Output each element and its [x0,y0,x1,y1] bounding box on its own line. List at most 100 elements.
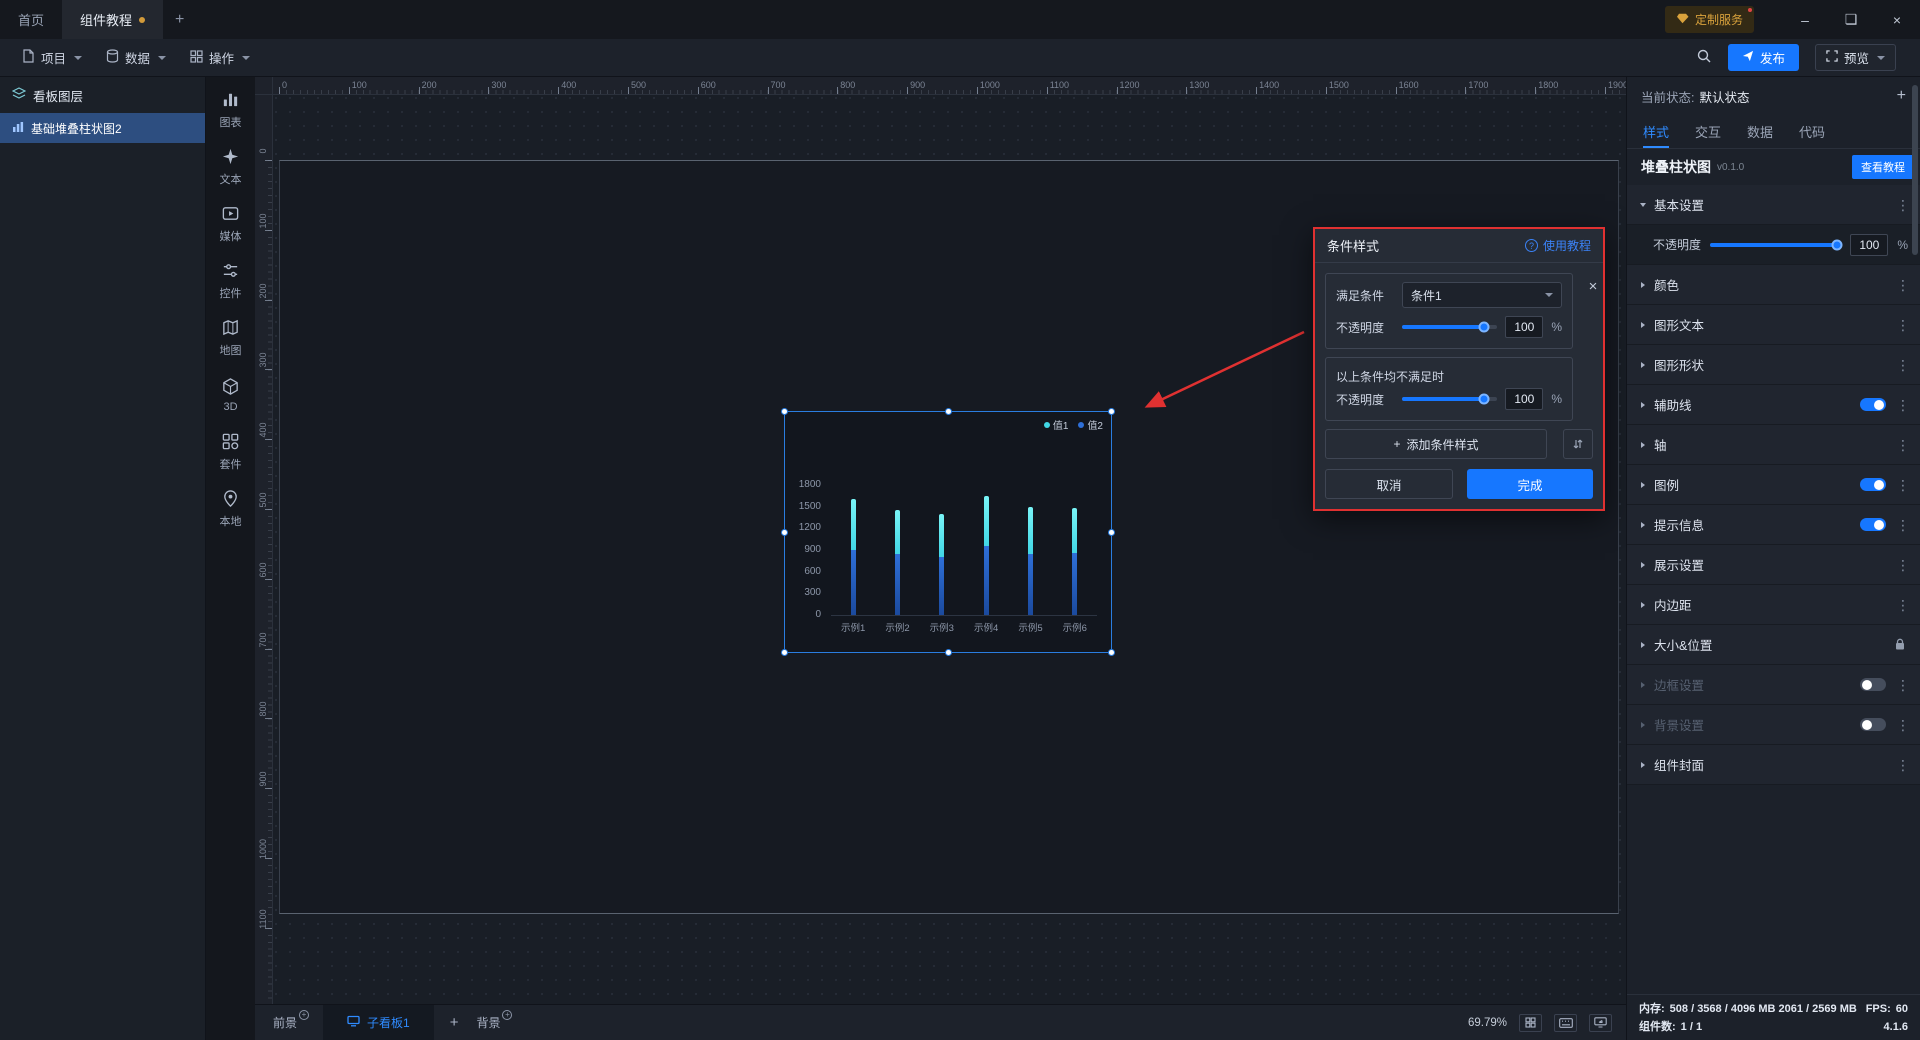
menu-operate[interactable]: 操作 [178,39,262,76]
opacity-slider[interactable] [1710,239,1843,250]
dock-item-本地[interactable]: 本地 [206,480,255,537]
toggle-switch[interactable] [1860,398,1886,411]
dock-item-3D[interactable]: 3D [206,366,255,423]
section-轴[interactable]: 轴 ⋮ [1627,425,1920,465]
kebab-menu-icon[interactable]: ⋮ [1896,358,1910,372]
tab-style[interactable]: 样式 [1643,115,1670,148]
kebab-menu-icon[interactable]: ⋮ [1896,678,1910,692]
legend-item[interactable]: 值2 [1078,417,1103,432]
zoom-level[interactable]: 69.79% [1468,1017,1507,1029]
custom-service-button[interactable]: 定制服务 [1664,6,1754,33]
section-提示信息[interactable]: 提示信息 ⋮ [1627,505,1920,545]
resize-handle[interactable] [1108,649,1115,656]
section-颜色[interactable]: 颜色 ⋮ [1627,265,1920,305]
tutorial-link[interactable]: ? 使用教程 [1524,237,1591,254]
toggle-switch[interactable] [1860,718,1886,731]
add-icon[interactable]: + [299,1010,310,1020]
grid-toggle-button[interactable] [1519,1013,1542,1032]
layer-item-stacked-bar[interactable]: 基础堆叠柱状图2 [0,113,205,143]
preview-button[interactable]: 预览 [1814,44,1896,71]
dock-item-控件[interactable]: 控件 [206,252,255,309]
kebab-menu-icon[interactable]: ⋮ [1896,558,1910,572]
dock-item-套件[interactable]: 套件 [206,423,255,480]
section-背景设置[interactable]: 背景设置 ⋮ [1627,705,1920,745]
opacity-input[interactable]: 100 [1850,233,1889,256]
section-边框设置[interactable]: 边框设置 ⋮ [1627,665,1920,705]
canvas[interactable]: 0 100 200 300 400 500 600 700 800 900 1000 1100 1200… [255,77,1626,1004]
fallback-opacity-slider[interactable] [1402,393,1498,405]
resize-handle[interactable] [944,649,952,656]
kebab-menu-icon[interactable]: ⋮ [1896,718,1910,732]
reorder-button[interactable] [1563,429,1593,459]
section-大小&位置[interactable]: 大小&位置 [1627,625,1920,665]
menu-project[interactable]: 项目 [10,39,94,76]
foreground-tab[interactable]: 前景 + [273,1010,310,1031]
section-辅助线[interactable]: 辅助线 ⋮ [1627,385,1920,425]
opacity-slider[interactable] [1402,321,1498,333]
resize-handle[interactable] [781,408,788,415]
shortcut-keys-button[interactable] [1554,1013,1577,1032]
toggle-switch[interactable] [1860,678,1886,691]
new-tab-button[interactable]: + [175,11,184,29]
tab-interaction[interactable]: 交互 [1695,115,1721,148]
add-condition-button[interactable]: + 添加条件样式 [1325,429,1547,459]
fallback-opacity-input[interactable]: 100 [1505,388,1544,410]
chart-component[interactable]: 值1 值2 0 300 600 900 1200 1500 1800 示例1 示例2 示例3 示例4 示… [781,408,1115,656]
resize-handle[interactable] [1108,408,1115,415]
add-state-button[interactable]: + [1897,87,1906,105]
scrollbar-thumb[interactable] [1912,85,1918,255]
section-展示设置[interactable]: 展示设置 ⋮ [1627,545,1920,585]
kebab-menu-icon[interactable]: ⋮ [1896,198,1910,212]
toggle-switch[interactable] [1860,518,1886,531]
legend-item[interactable]: 值1 [1043,417,1068,432]
lock-icon[interactable] [1894,638,1906,651]
background-tab[interactable]: 背景 + [476,1010,513,1031]
view-tutorial-button[interactable]: 查看教程 [1852,155,1914,179]
add-icon[interactable]: + [502,1010,513,1020]
section-内边距[interactable]: 内边距 ⋮ [1627,585,1920,625]
opacity-label: 不透明度 [1653,238,1702,252]
toggle-switch[interactable] [1860,478,1886,491]
add-board-button[interactable]: + [450,1014,459,1031]
kebab-menu-icon[interactable]: ⋮ [1896,278,1910,292]
dock-item-图表[interactable]: 图表 [206,81,255,138]
resize-handle[interactable] [781,528,788,536]
cancel-button[interactable]: 取消 [1325,469,1453,499]
tab-home[interactable]: 首页 [0,0,62,39]
tab-component-tutorial[interactable]: 组件教程 [62,0,164,39]
section-图例[interactable]: 图例 ⋮ [1627,465,1920,505]
opacity-input[interactable]: 100 [1505,316,1544,338]
maximize-button[interactable]: ❏ [1828,0,1874,39]
dock-item-文本[interactable]: 文本 [206,138,255,195]
presentation-button[interactable] [1589,1013,1612,1032]
ruler-mark: 800 [258,701,268,717]
section-基本设置[interactable]: 基本设置 ⋮ [1627,185,1920,225]
remove-condition-icon[interactable]: × [1584,277,1602,295]
section-图形文本[interactable]: 图形文本 ⋮ [1627,305,1920,345]
dock-item-地图[interactable]: 地图 [206,309,255,366]
resize-handle[interactable] [1108,528,1115,536]
confirm-button[interactable]: 完成 [1467,469,1593,499]
board-tab[interactable]: 子看板1 [323,1004,434,1040]
tab-data[interactable]: 数据 [1747,115,1773,148]
resize-handle[interactable] [944,408,952,415]
kebab-menu-icon[interactable]: ⋮ [1896,598,1910,612]
minimize-button[interactable]: – [1782,0,1828,39]
section-组件封面[interactable]: 组件封面 ⋮ [1627,745,1920,785]
kebab-menu-icon[interactable]: ⋮ [1896,438,1910,452]
section-图形形状[interactable]: 图形形状 ⋮ [1627,345,1920,385]
kebab-menu-icon[interactable]: ⋮ [1896,478,1910,492]
close-button[interactable]: × [1874,0,1920,39]
kebab-menu-icon[interactable]: ⋮ [1896,318,1910,332]
search-icon[interactable] [1696,48,1712,67]
condition-select[interactable]: 条件1 [1402,282,1562,308]
tab-code[interactable]: 代码 [1799,115,1825,148]
dock-item-媒体[interactable]: 媒体 [206,195,255,252]
resize-handle[interactable] [781,649,788,656]
kebab-menu-icon[interactable]: ⋮ [1896,518,1910,532]
kebab-menu-icon[interactable]: ⋮ [1896,758,1910,772]
publish-button[interactable]: 发布 [1727,44,1799,71]
state-value[interactable]: 默认状态 [1699,87,1749,106]
kebab-menu-icon[interactable]: ⋮ [1896,398,1910,412]
menu-data[interactable]: 数据 [94,39,178,76]
